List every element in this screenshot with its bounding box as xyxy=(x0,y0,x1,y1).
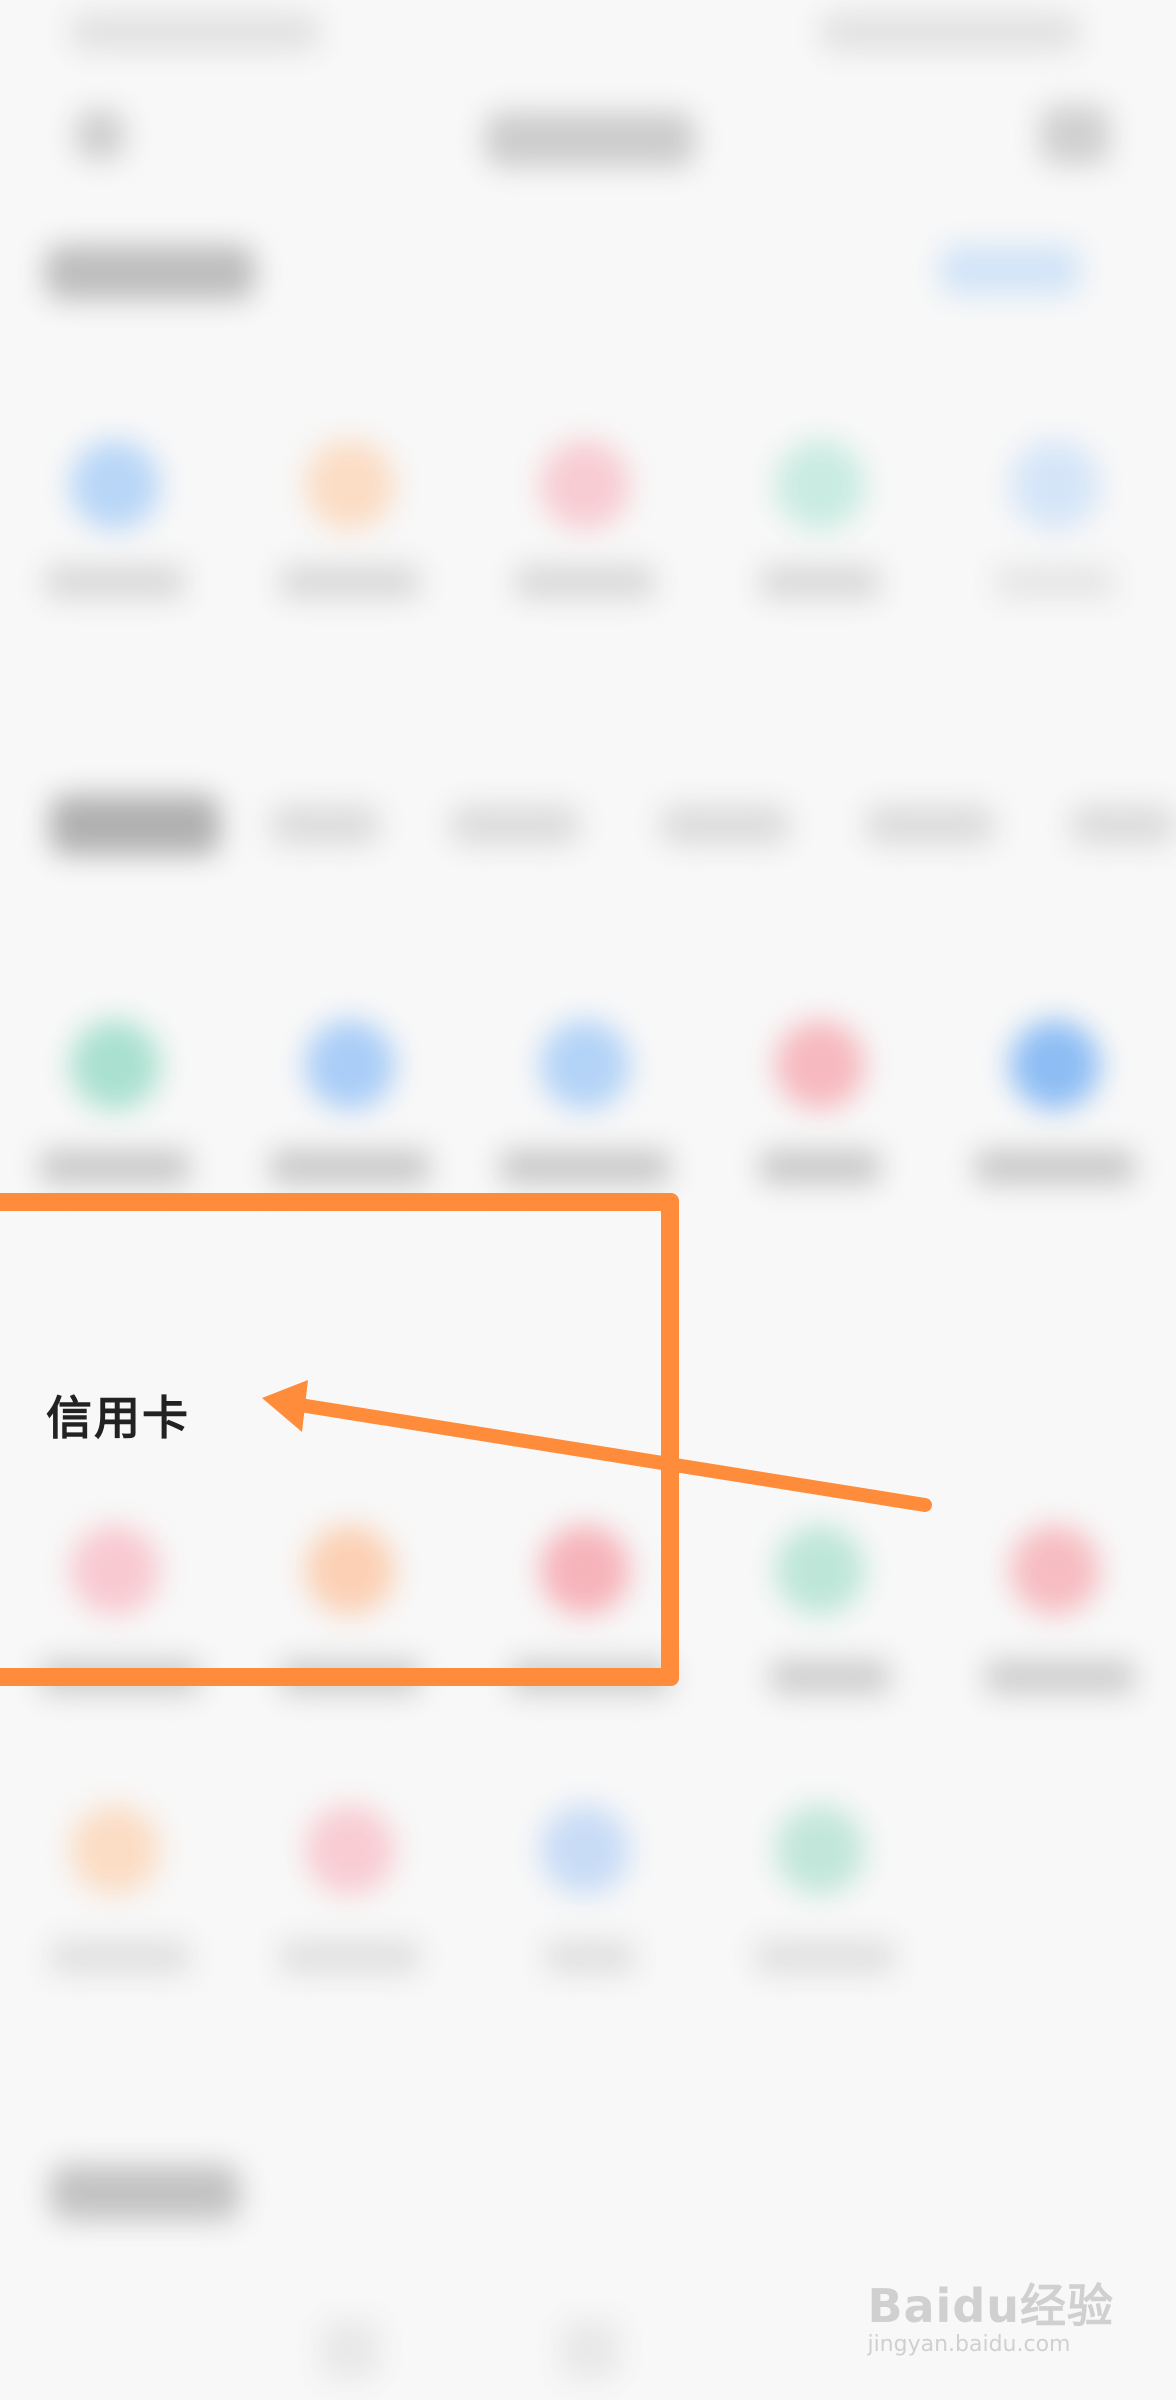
watermark-logo: Baidu经验 xyxy=(867,2279,1114,2333)
annotation-arrow xyxy=(262,1380,932,1512)
arrow-shaft xyxy=(293,1398,932,1512)
arrow-head xyxy=(262,1380,308,1432)
watermark: Baidu经验 jingyan.baidu.com xyxy=(867,2270,1114,2357)
